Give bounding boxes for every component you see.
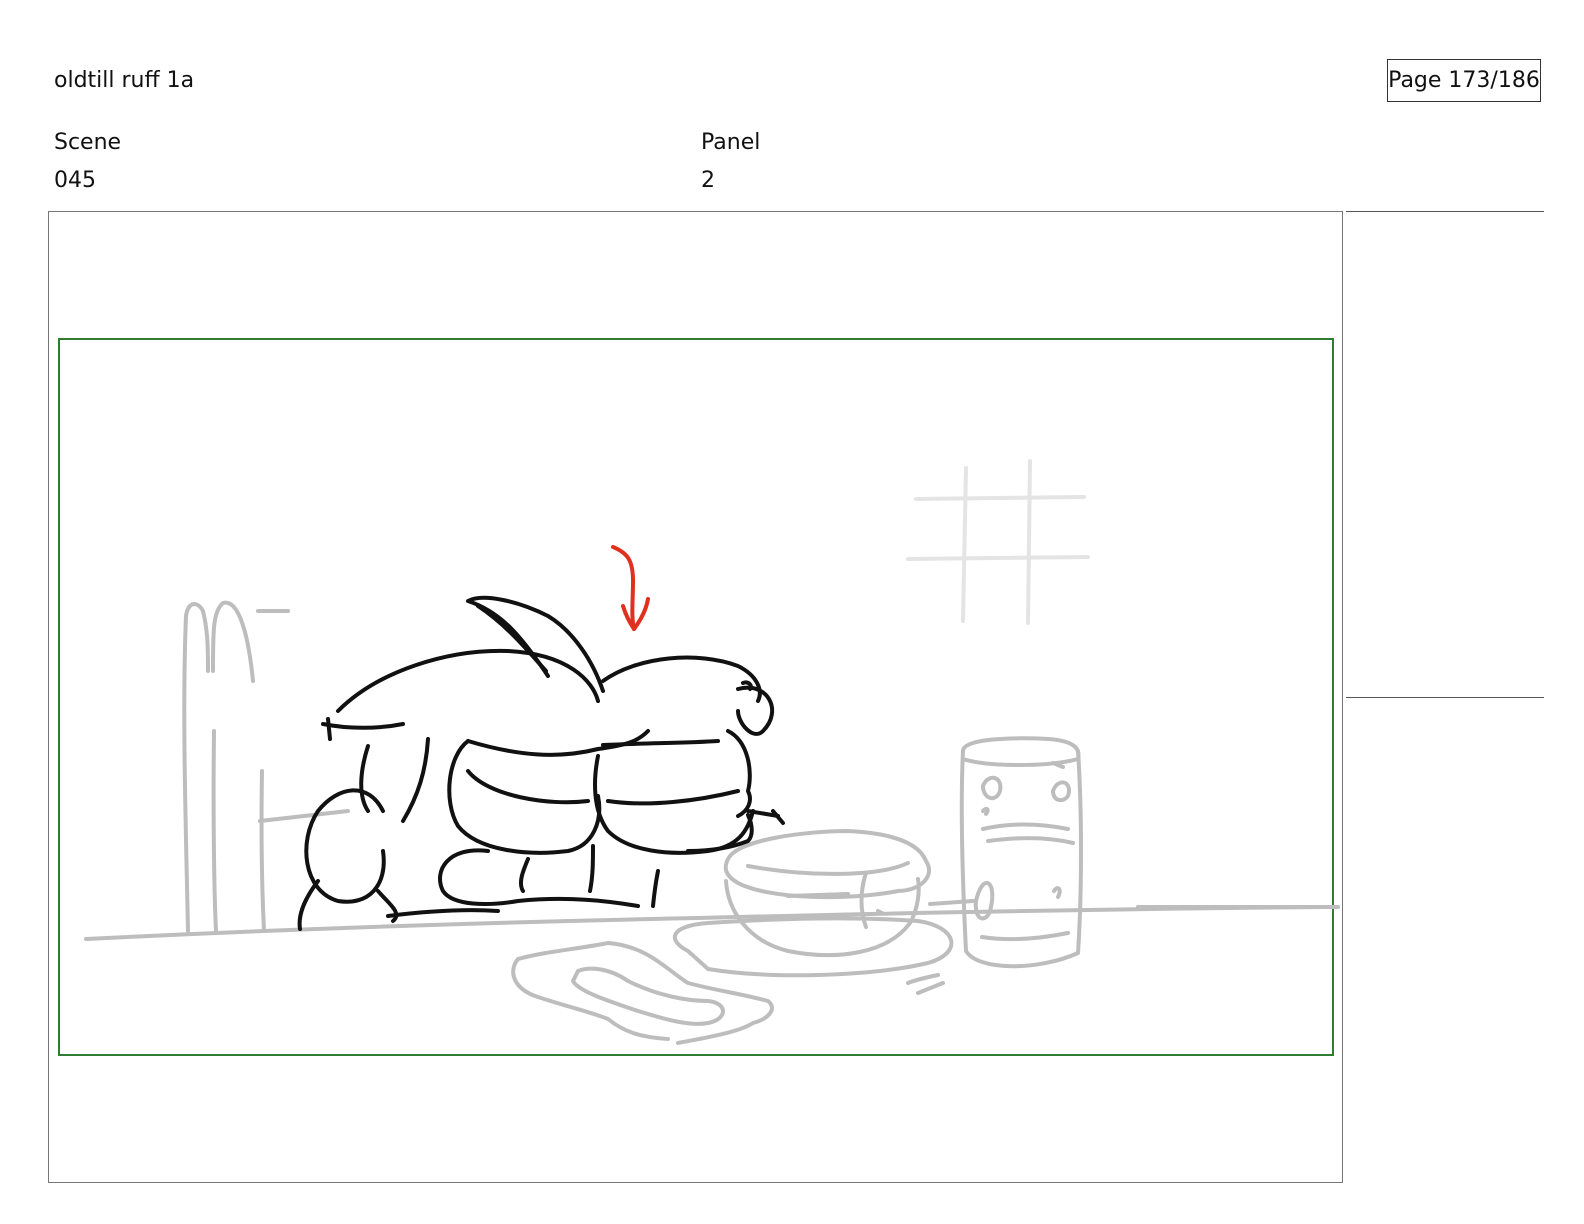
scene-value: 045 (54, 168, 96, 193)
red-down-arrow-icon (611, 545, 650, 631)
safe-area-frame (58, 338, 1334, 1056)
background-sketch (84, 459, 1340, 1045)
notes-divider-middle (1346, 697, 1544, 698)
window-sketch (906, 459, 1090, 625)
bowl-sketch (723, 829, 975, 958)
character-sketch (297, 595, 785, 931)
panel-value: 2 (701, 168, 715, 193)
storyboard-drawing (58, 338, 1340, 1056)
placemat-sketch (511, 941, 774, 1045)
scene-label: Scene (54, 130, 122, 155)
notes-divider-top (1346, 211, 1544, 212)
panel-label: Panel (701, 130, 761, 155)
page-number-badge: Page 173/186 (1387, 59, 1541, 102)
glass-sketch (959, 736, 1083, 969)
chair-sketch (182, 600, 350, 933)
doc-title: oldtill ruff 1a (54, 68, 195, 93)
